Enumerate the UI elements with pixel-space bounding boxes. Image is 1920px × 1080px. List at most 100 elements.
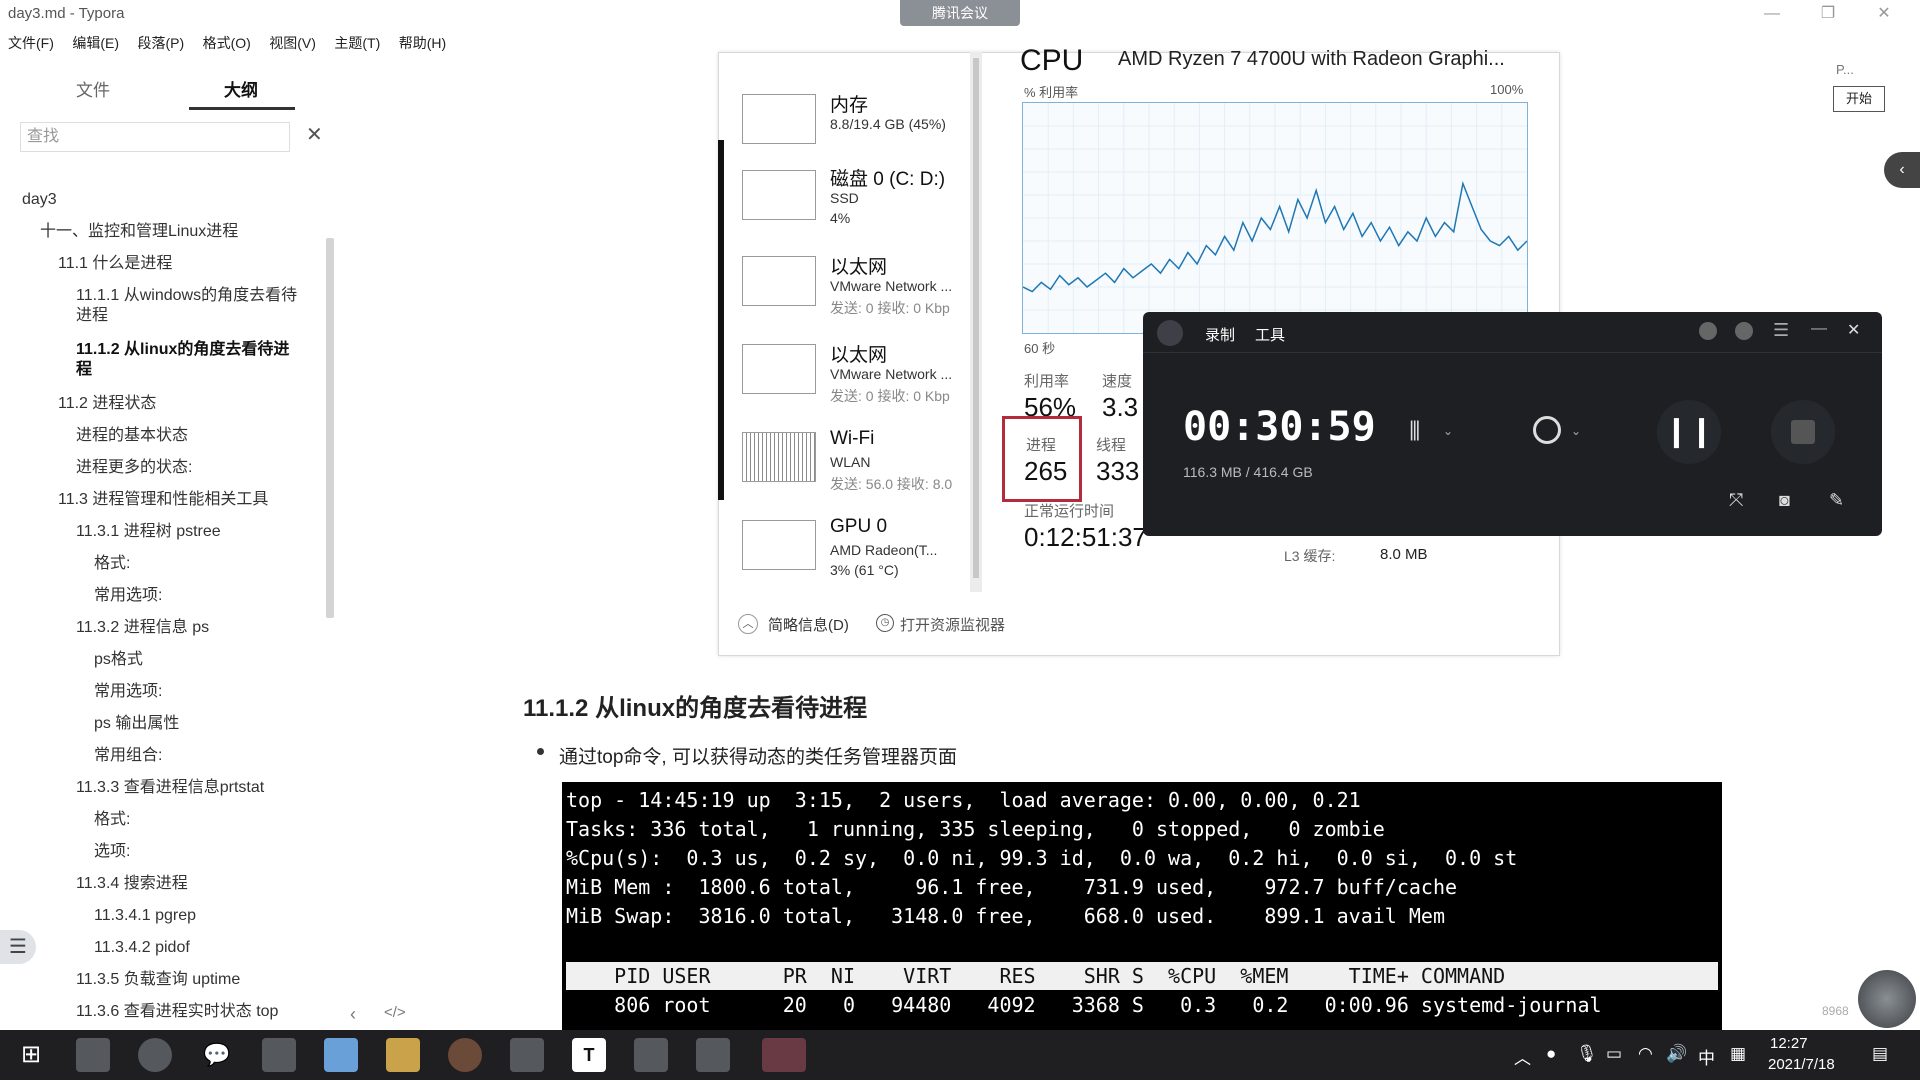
resource-sub2: 发送: 0 接收: 0 Kbp <box>830 300 950 316</box>
close-button[interactable]: ✕ <box>1864 2 1904 26</box>
toc-item[interactable]: 11.3.6 查看进程实时状态 top <box>76 1002 278 1022</box>
toc-item[interactable]: 11.3.4 搜索进程 <box>76 874 188 894</box>
image-viewer-icon[interactable] <box>510 1038 544 1072</box>
menu-view[interactable]: 视图(V) <box>269 30 316 56</box>
toc-item[interactable]: 11.3 进程管理和性能相关工具 <box>58 490 268 510</box>
fewer-details-link[interactable]: 简略信息(D) <box>768 614 849 635</box>
panel-collapse-icon[interactable]: ‹ <box>1884 152 1920 188</box>
ime-indicator[interactable]: 中 <box>1698 1044 1715 1069</box>
app-icon[interactable] <box>448 1038 482 1072</box>
toc-item[interactable]: 11.2 进程状态 <box>58 394 156 414</box>
chevron-down-icon[interactable]: ⌄ <box>1443 424 1453 438</box>
toc-item[interactable]: 常用选项: <box>94 586 162 606</box>
toc-item[interactable]: 选项: <box>94 842 130 862</box>
chat-icon[interactable] <box>1735 322 1753 340</box>
tab-record[interactable]: 录制 <box>1205 324 1235 345</box>
menu-file[interactable]: 文件(F) <box>8 30 54 56</box>
toc-item[interactable]: 十一、监控和管理Linux进程 <box>40 222 238 242</box>
menu-paragraph[interactable]: 段落(P) <box>137 30 184 56</box>
open-resource-monitor-link[interactable]: 打开资源监视器 <box>900 614 1005 635</box>
chevron-up-icon[interactable]: ︿ <box>738 614 758 634</box>
microphone-icon[interactable]: 🎙 <box>1576 1044 1598 1064</box>
toc-item[interactable]: 格式: <box>94 554 130 574</box>
terminal-line: Tasks: 336 total, 1 running, 335 sleepin… <box>566 817 1385 841</box>
volume-icon[interactable]: 🔊 <box>1666 1044 1687 1064</box>
app-icon[interactable] <box>324 1038 358 1072</box>
wechat-icon[interactable]: 💬 <box>200 1038 234 1072</box>
screenshot-icon[interactable]: ◙ <box>1779 490 1790 511</box>
sidebar-scrollbar[interactable] <box>326 238 334 618</box>
resource-monitor-icon[interactable]: ◷ <box>876 614 894 632</box>
tab-outline[interactable]: 大纲 <box>224 76 258 101</box>
clear-search-icon[interactable]: ✕ <box>306 122 323 147</box>
toc-item[interactable]: 11.1 什么是进程 <box>58 254 172 274</box>
tab-files[interactable]: 文件 <box>76 76 110 101</box>
util-stat-label: 利用率 <box>1024 373 1070 390</box>
toc-item[interactable]: 常用选项: <box>94 682 162 702</box>
menu-theme[interactable]: 主题(T) <box>334 30 380 56</box>
windows-start-icon[interactable]: ⊞ <box>14 1038 48 1072</box>
chevron-down-icon[interactable]: ⌄ <box>1571 424 1581 438</box>
avatar[interactable] <box>1858 970 1916 1028</box>
maximize-button[interactable]: ❐ <box>1808 2 1848 26</box>
resource-sub2: 发送: 56.0 接收: 8.0 <box>830 476 953 492</box>
toc-item[interactable]: 11.3.4.2 pidof <box>94 938 190 958</box>
folder-icon[interactable] <box>386 1038 420 1072</box>
graph-time-label: 60 秒 <box>1024 341 1056 356</box>
clock-time[interactable]: 12:27 <box>1770 1035 1808 1052</box>
typora-icon[interactable]: T <box>572 1038 606 1072</box>
close-recorder-button[interactable]: ✕ <box>1847 320 1860 340</box>
toc-item[interactable]: 11.3.2 进程信息 ps <box>76 618 209 638</box>
audio-icon[interactable]: ⦀ <box>1409 416 1420 448</box>
browser-icon[interactable] <box>138 1038 172 1072</box>
pause-button[interactable]: ❙❙ <box>1657 400 1721 464</box>
toc-item-active[interactable]: 11.1.2 从linux的角度去看待进程 <box>76 340 301 380</box>
toc-item[interactable]: 11.3.3 查看进程信息prtstat <box>76 778 264 798</box>
menu-icon[interactable]: ☰ <box>1773 320 1789 341</box>
toc-item[interactable]: 进程的基本状态 <box>76 426 188 446</box>
vm-icon[interactable] <box>262 1038 296 1072</box>
tab-tools[interactable]: 工具 <box>1255 324 1285 345</box>
recording-storage: 116.3 MB / 416.4 GB <box>1183 464 1313 480</box>
resource-sub2: 4% <box>830 210 851 226</box>
collapse-sidebar-icon[interactable]: ‹ <box>350 1004 356 1025</box>
recorder-taskbar-icon[interactable] <box>762 1038 806 1072</box>
pen-icon[interactable]: ✎ <box>1829 490 1844 511</box>
toc-item[interactable]: ps 输出属性 <box>94 714 179 734</box>
toc-item[interactable]: 进程更多的状态: <box>76 458 192 478</box>
taskmgr-scroll-thumb[interactable] <box>973 58 979 578</box>
outline-toggle-icon[interactable]: ☰ <box>0 930 36 964</box>
battery-icon[interactable]: ▭ <box>1606 1044 1622 1064</box>
toc-item[interactable]: 11.3.5 负载查询 uptime <box>76 970 240 990</box>
minimize-button[interactable]: — <box>1752 2 1792 26</box>
source-code-icon[interactable]: </> <box>384 1004 406 1021</box>
notification-icon[interactable]: ▤ <box>1872 1044 1888 1064</box>
search-input[interactable]: 查找 <box>20 122 290 152</box>
start-button[interactable]: 开始 <box>1833 86 1885 112</box>
terminal-app-icon[interactable] <box>634 1038 668 1072</box>
wifi-icon[interactable]: ◠ <box>1638 1044 1653 1064</box>
minimize-recorder-button[interactable]: — <box>1811 320 1827 338</box>
app-icon[interactable] <box>696 1038 730 1072</box>
clock-date[interactable]: 2021/7/18 <box>1768 1056 1835 1073</box>
menu-format[interactable]: 格式(O) <box>203 30 251 56</box>
keyboard-icon[interactable]: ▦ <box>1730 1044 1746 1064</box>
menu-edit[interactable]: 编辑(E) <box>72 30 119 56</box>
tray-app-icon[interactable]: ● <box>1546 1044 1556 1064</box>
chevron-up-icon[interactable]: ︿ <box>1514 1044 1531 1069</box>
toc-item[interactable]: 11.1.1 从windows的角度去看待进程 <box>76 286 301 326</box>
app-icon[interactable] <box>76 1038 110 1072</box>
toc-item[interactable]: 常用组合: <box>94 746 162 766</box>
menu-help[interactable]: 帮助(H) <box>399 30 446 56</box>
user-icon[interactable] <box>1699 322 1717 340</box>
toc-item[interactable]: 11.3.4.1 pgrep <box>94 906 196 926</box>
tab-underline <box>189 107 295 110</box>
toc-item[interactable]: day3 <box>22 190 57 210</box>
toc-item[interactable]: 格式: <box>94 810 130 830</box>
toc-item[interactable]: ps格式 <box>94 650 143 670</box>
camera-icon[interactable] <box>1533 416 1561 444</box>
meeting-badge[interactable]: 腾讯会议 <box>900 0 1020 26</box>
toc-item[interactable]: 11.3.1 进程树 pstree <box>76 522 221 542</box>
fullscreen-icon[interactable]: ⤧ <box>1729 490 1743 511</box>
stop-button[interactable] <box>1771 400 1835 464</box>
